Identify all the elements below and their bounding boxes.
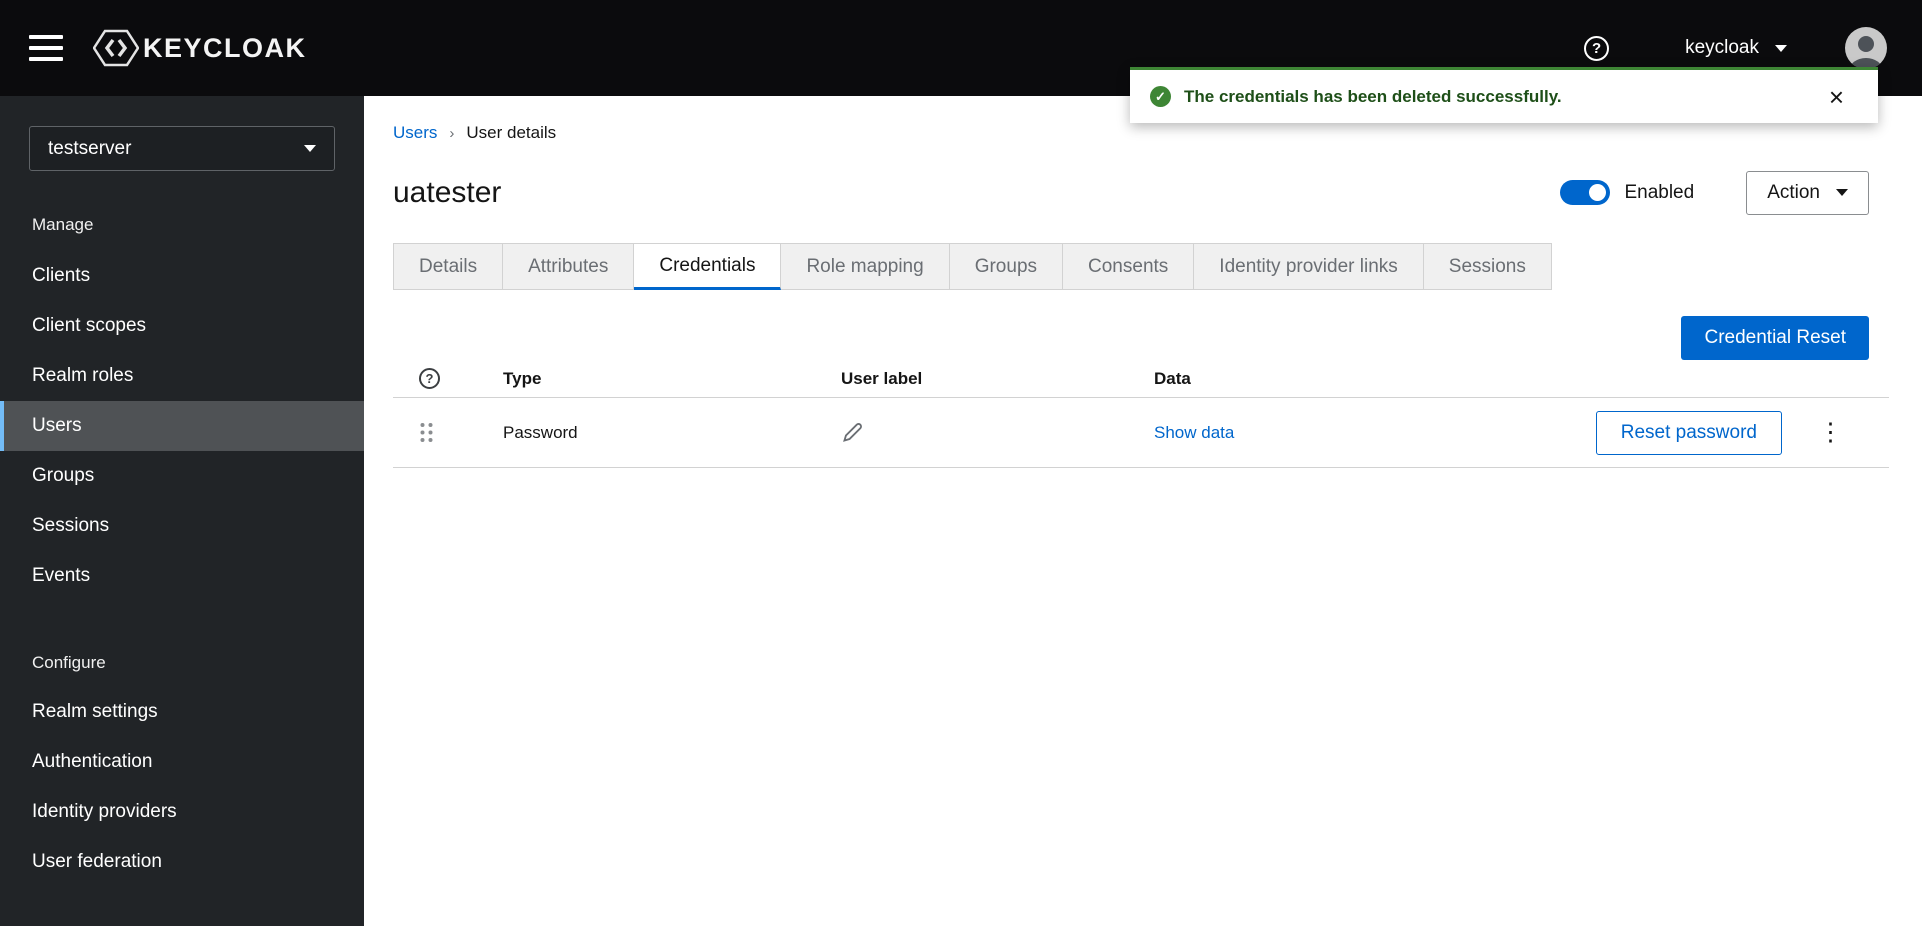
masthead-right: ? keycloak xyxy=(1584,27,1887,69)
chevron-down-icon xyxy=(304,145,316,152)
body: testserver Manage Clients Client scopes … xyxy=(0,96,1922,926)
credentials-toolbar: Credential Reset xyxy=(393,316,1889,360)
chevron-down-icon xyxy=(1775,44,1787,52)
main-content: Users › User details uatester Enabled Ac… xyxy=(364,96,1922,926)
tab-groups[interactable]: Groups xyxy=(949,243,1064,290)
user-menu-label: keycloak xyxy=(1685,37,1759,58)
nav-section-title-configure: Configure xyxy=(32,653,106,672)
sidebar-item-realm-roles[interactable]: Realm roles xyxy=(0,351,364,401)
keycloak-logo[interactable]: KEYCLOAK xyxy=(93,29,307,67)
sidebar-item-sessions[interactable]: Sessions xyxy=(0,501,364,551)
reset-password-button[interactable]: Reset password xyxy=(1595,410,1782,455)
help-icon[interactable]: ? xyxy=(419,368,440,389)
table-header-row: ? Type User label Data xyxy=(393,360,1889,398)
enabled-label: Enabled xyxy=(1624,181,1695,203)
tab-consents[interactable]: Consents xyxy=(1063,243,1195,290)
check-circle-icon: ✓ xyxy=(1150,86,1171,107)
tab-attributes[interactable]: Attributes xyxy=(503,243,635,290)
breadcrumb: Users › User details xyxy=(393,123,1889,143)
column-header-user-label: User label xyxy=(841,368,923,388)
person-icon xyxy=(1849,36,1883,69)
avatar[interactable] xyxy=(1845,27,1887,69)
tab-identity-provider-links[interactable]: Identity provider links xyxy=(1194,243,1424,290)
sidebar-item-users[interactable]: Users xyxy=(0,401,364,451)
title-row: uatester Enabled Action xyxy=(393,170,1889,215)
drag-handle-icon[interactable] xyxy=(419,421,434,444)
title-controls: Enabled Action xyxy=(1560,170,1869,215)
action-dropdown-button[interactable]: Action xyxy=(1746,170,1869,215)
edit-user-label-button[interactable] xyxy=(841,421,864,444)
nav-manage: Clients Client scopes Realm roles Users … xyxy=(0,251,364,601)
table-row: Password Show data Reset password ⋮ xyxy=(393,398,1889,468)
sidebar-item-client-scopes[interactable]: Client scopes xyxy=(0,301,364,351)
page-title: uatester xyxy=(393,175,502,209)
tab-sessions[interactable]: Sessions xyxy=(1423,243,1552,290)
nav-section-title-manage: Manage xyxy=(32,215,94,234)
tab-credentials[interactable]: Credentials xyxy=(634,243,782,290)
chevron-right-icon: › xyxy=(449,124,455,142)
credential-type-cell: Password xyxy=(503,422,578,442)
tab-details[interactable]: Details xyxy=(393,243,504,290)
sidebar-item-authentication[interactable]: Authentication xyxy=(0,737,364,787)
column-header-data: Data xyxy=(1154,368,1191,388)
user-menu-dropdown[interactable]: keycloak xyxy=(1685,37,1787,59)
keycloak-logo-icon xyxy=(93,29,139,67)
chevron-down-icon xyxy=(1836,189,1848,196)
column-header-type: Type xyxy=(503,368,542,388)
sidebar-item-clients[interactable]: Clients xyxy=(0,251,364,301)
credential-reset-button[interactable]: Credential Reset xyxy=(1681,316,1869,360)
keycloak-admin-console: KEYCLOAK ? keycloak ✓ The credentials ha… xyxy=(0,0,1922,926)
toast-message: The credentials has been deleted success… xyxy=(1184,86,1562,106)
realm-selector[interactable]: testserver xyxy=(29,126,335,171)
kebab-menu-icon[interactable]: ⋮ xyxy=(1812,416,1849,449)
action-dropdown-label: Action xyxy=(1767,181,1820,203)
tab-bar: Details Attributes Credentials Role mapp… xyxy=(393,243,1889,290)
breadcrumb-link-users[interactable]: Users xyxy=(393,123,437,143)
logo-text: KEYCLOAK xyxy=(143,32,307,63)
breadcrumb-current: User details xyxy=(466,123,557,142)
sidebar-item-events[interactable]: Events xyxy=(0,551,364,601)
help-icon[interactable]: ? xyxy=(1584,35,1610,61)
show-data-link[interactable]: Show data xyxy=(1154,423,1234,442)
credentials-table: ? Type User label Data Password Show dat… xyxy=(393,360,1889,468)
close-icon[interactable]: × xyxy=(1829,84,1844,110)
nav-configure: Realm settings Authentication Identity p… xyxy=(0,687,364,887)
sidebar: testserver Manage Clients Client scopes … xyxy=(0,96,364,926)
realm-selector-value: testserver xyxy=(48,137,132,159)
hamburger-menu-icon[interactable] xyxy=(29,35,63,61)
sidebar-item-identity-providers[interactable]: Identity providers xyxy=(0,787,364,837)
tab-role-mapping[interactable]: Role mapping xyxy=(781,243,950,290)
sidebar-item-realm-settings[interactable]: Realm settings xyxy=(0,687,364,737)
success-toast: ✓ The credentials has been deleted succe… xyxy=(1130,67,1878,123)
sidebar-item-user-federation[interactable]: User federation xyxy=(0,837,364,887)
enabled-toggle[interactable] xyxy=(1560,180,1611,205)
sidebar-item-groups[interactable]: Groups xyxy=(0,451,364,501)
pencil-icon xyxy=(843,423,862,442)
row-actions: Reset password ⋮ xyxy=(1595,410,1889,455)
